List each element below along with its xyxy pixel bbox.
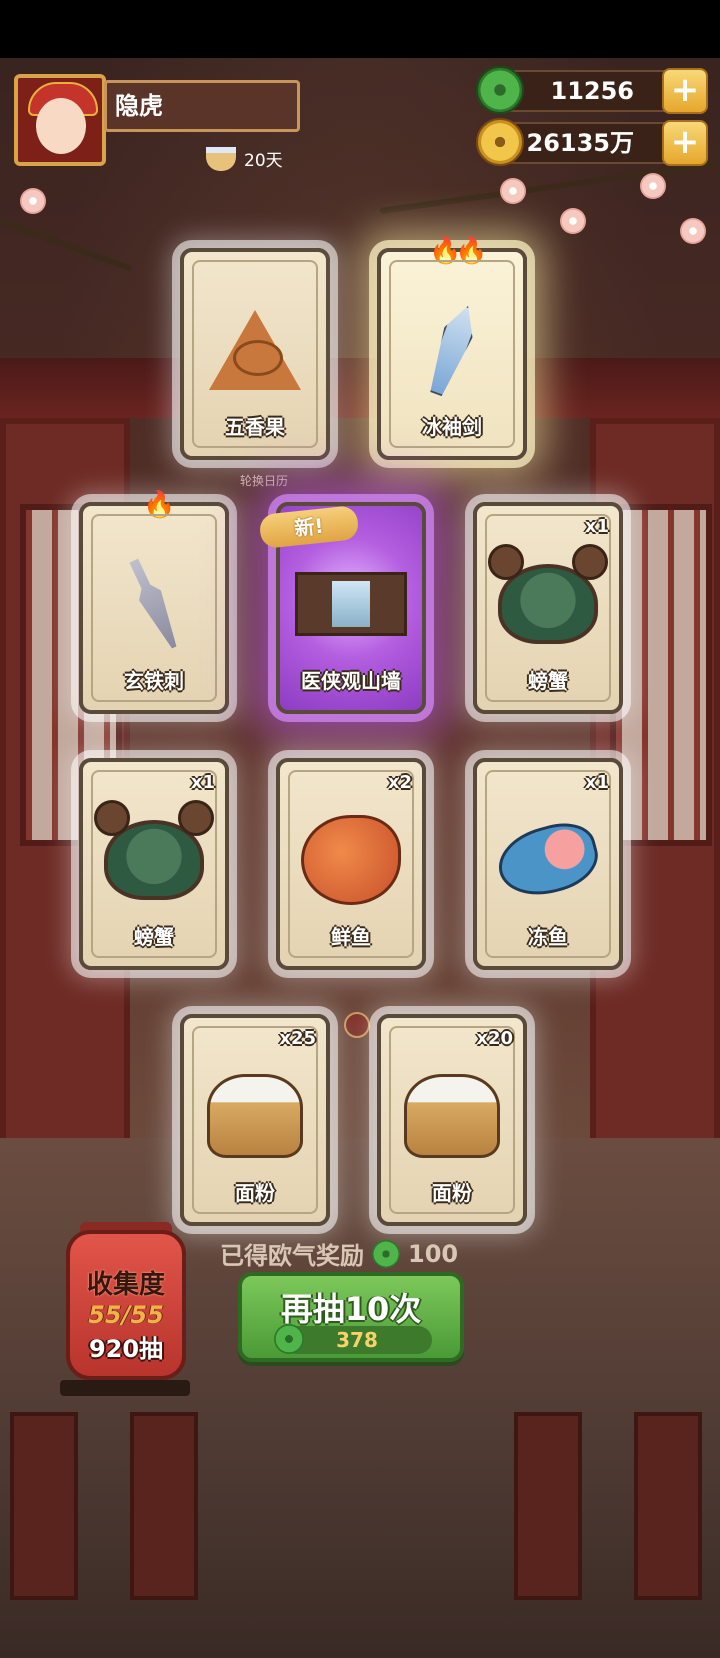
add-coins-button[interactable]: +: [662, 120, 708, 166]
draw-cost-value: 378: [336, 1328, 378, 1352]
card-label: 医侠观山墙: [301, 669, 401, 693]
card-label: 面粉: [235, 1181, 275, 1205]
card-label: 冰袖剑: [422, 415, 482, 439]
add-jade-button[interactable]: +: [662, 68, 708, 114]
card-label: 鲜鱼: [331, 925, 371, 949]
jade-currency: 11256 +: [476, 66, 708, 114]
blossom-flower: [680, 218, 706, 244]
avatar-face: [36, 98, 86, 154]
status-bar: [0, 0, 720, 58]
luck-reward: 已得欧气奖励 100: [220, 1236, 458, 1271]
jade-icon: [274, 1324, 304, 1354]
iron-dagger-icon: [142, 556, 166, 652]
draw-cost: 378: [274, 1324, 432, 1354]
reward-card[interactable]: x2 鲜鱼: [276, 758, 426, 970]
reward-card[interactable]: 🔥 玄铁刺: [79, 490, 229, 714]
coin-icon: [476, 118, 524, 166]
reward-card[interactable]: 五香果: [180, 248, 330, 460]
fence-post: [10, 1412, 78, 1600]
coin-amount: 26135万: [526, 129, 635, 157]
draw-button-label: 再抽10次: [280, 1290, 422, 1328]
card-label: 五香果: [225, 415, 285, 439]
player-name[interactable]: 隐虎: [104, 80, 300, 132]
reward-card-new[interactable]: 新! 医侠观山墙: [258, 502, 426, 714]
roof-beam: [0, 358, 720, 418]
mountain-wall-icon: [295, 571, 407, 636]
blossom-branch: [0, 218, 133, 272]
blossom-flower: [560, 208, 586, 234]
card-label: 面粉: [432, 1181, 472, 1205]
days-counter: 20天: [206, 146, 283, 171]
collection-lantern[interactable]: 收集度 55/55 920抽: [66, 1230, 186, 1380]
reward-card[interactable]: x1 冻鱼: [473, 758, 623, 970]
fence-post: [514, 1412, 582, 1600]
card-label: 玄铁刺: [124, 669, 184, 693]
blossom-flower: [500, 178, 526, 204]
reward-card[interactable]: x25 面粉: [180, 1014, 330, 1226]
triangle-snack-icon: [209, 309, 301, 390]
blossom-branch: [379, 160, 718, 214]
crab-icon: [488, 543, 608, 644]
card-quantity: x1: [190, 772, 215, 793]
collection-title: 收集度: [86, 1270, 165, 1300]
card-quantity: x25: [279, 1028, 316, 1049]
card-label: 螃蟹: [528, 669, 568, 693]
door-lattice: [610, 504, 712, 846]
fence-post: [634, 1412, 702, 1600]
frozen-fish-icon: [491, 815, 605, 905]
card-label: 冻鱼: [528, 925, 568, 949]
draw-count: 920抽: [88, 1335, 164, 1363]
ice-sword-icon: [437, 303, 467, 397]
floor: [0, 1138, 720, 1658]
card-quantity: x1: [584, 516, 609, 537]
crab-icon: [94, 799, 214, 900]
calendar-hint: 轮换日历: [240, 474, 289, 488]
blossom-flower: [20, 188, 46, 214]
reward-card[interactable]: 🔥 🔥 冰袖剑: [377, 236, 527, 460]
player-avatar[interactable]: [14, 74, 106, 166]
card-quantity: x20: [476, 1028, 513, 1049]
fence-post: [130, 1412, 198, 1600]
coin-currency: 26135万 +: [476, 118, 708, 166]
lantern-stand: [60, 1380, 190, 1396]
days-value: 20天: [244, 151, 283, 171]
blossom-flower: [640, 173, 666, 199]
reward-amount: 100: [408, 1239, 459, 1268]
reward-card[interactable]: x20 面粉: [377, 1014, 527, 1226]
knot-ornament: [344, 1012, 370, 1038]
flour-sack-icon: [207, 1073, 303, 1158]
jade-icon: [372, 1239, 400, 1268]
reward-text: 已得欧气奖励: [220, 1242, 364, 1270]
collection-progress: 55/55: [88, 1301, 164, 1329]
reward-card[interactable]: x1 螃蟹: [473, 502, 623, 714]
fresh-fish-icon: [301, 814, 401, 905]
jade-icon: [476, 66, 524, 114]
reward-card[interactable]: x1 螃蟹: [79, 758, 229, 970]
draw-ten-button[interactable]: 再抽10次 378: [238, 1272, 464, 1362]
flour-sack-icon: [404, 1073, 500, 1158]
card-quantity: x2: [387, 772, 412, 793]
rice-bowl-icon: [206, 146, 236, 171]
card-quantity: x1: [584, 772, 609, 793]
jade-amount: 11256: [550, 77, 635, 105]
card-label: 螃蟹: [134, 925, 174, 949]
